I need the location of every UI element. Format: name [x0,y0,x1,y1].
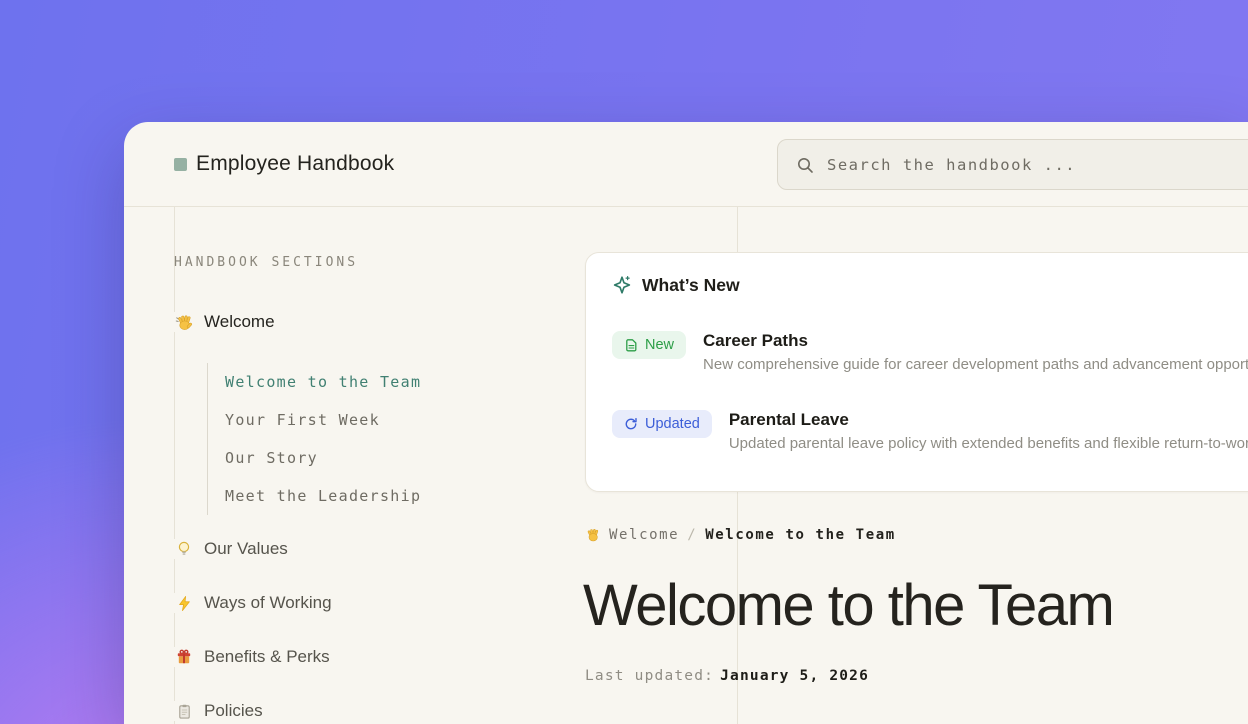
gift-icon [174,647,194,667]
sidebar-item-policies[interactable]: Policies [174,698,734,724]
sidebar-item-benefits-perks[interactable]: Benefits & Perks [174,644,734,670]
badge-label: New [645,337,674,353]
whats-new-item-description: New comprehensive guide for career devel… [703,355,1248,374]
whats-new-card: What’s New New Career Paths New comprehe… [585,252,1248,492]
app-title: Employee Handbook [196,152,394,176]
sidebar-item-label: Our Values [204,539,288,559]
whats-new-title: What’s New [642,275,740,296]
handbook-app-window: Employee Handbook HANDBOOK SECTIONS [124,122,1248,724]
last-updated-label: Last updated: [585,668,714,684]
whats-new-header: What’s New [586,253,1248,295]
new-badge: New [612,331,686,359]
last-updated-value: January 5, 2026 [720,668,869,684]
file-text-icon [624,338,638,352]
sidebar-item-label: Benefits & Perks [204,647,330,667]
light-bulb-icon [174,539,194,559]
search-icon [796,156,814,174]
sidebar-item-label: Ways of Working [204,593,332,613]
whats-new-item-texts: Parental Leave Updated parental leave po… [729,410,1248,453]
sidebar-item-label: Welcome [204,312,275,332]
whats-new-item-description: Updated parental leave policy with exten… [729,434,1248,453]
refresh-icon [624,417,638,431]
breadcrumb-parent[interactable]: Welcome [609,527,679,543]
breadcrumb-separator: / [687,527,697,543]
breadcrumb: Welcome / Welcome to the Team [585,526,896,544]
whats-new-item-title: Parental Leave [729,410,1248,430]
updated-badge: Updated [612,410,712,438]
lightning-bolt-icon [174,593,194,613]
search-input[interactable] [827,156,1248,174]
app-header: Employee Handbook [124,122,1248,207]
sparkle-icon [612,275,632,295]
sidebar-item-label: Policies [204,701,263,721]
breadcrumb-current: Welcome to the Team [705,527,896,543]
last-updated: Last updated: January 5, 2026 [585,668,869,684]
whats-new-item-title: Career Paths [703,331,1248,351]
badge-label: Updated [645,416,700,432]
page-title: Welcome to the Team [583,575,1113,637]
clipboard-icon [174,701,194,721]
whats-new-item-parental-leave[interactable]: Updated Parental Leave Updated parental … [586,410,1248,453]
whats-new-item-career-paths[interactable]: New Career Paths New comprehensive guide… [586,331,1248,374]
app-logo [174,158,187,171]
waving-hand-icon [174,312,194,332]
search-box[interactable] [777,139,1248,190]
waving-hand-icon [585,527,601,543]
whats-new-item-texts: Career Paths New comprehensive guide for… [703,331,1248,374]
